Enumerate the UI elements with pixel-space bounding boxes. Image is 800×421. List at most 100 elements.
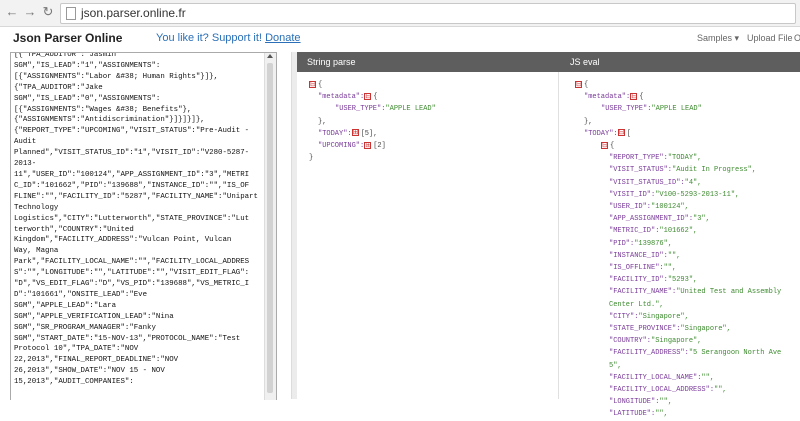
json-field-value: "5 Serangoon North Ave xyxy=(688,349,782,358)
address-bar[interactable]: json.parser.online.fr xyxy=(60,3,796,24)
json-input-line[interactable]: SGM","START_DATE":"15-NOV-13","PROTOCOL_… xyxy=(14,334,262,345)
json-field-key: "FACILITY_ADDRESS": xyxy=(609,349,689,358)
json-input-line[interactable]: SGM","APPLE_LEAD":"Lara xyxy=(14,301,262,312)
json-field-key: "FACILITY_LOCAL_NAME": xyxy=(609,373,702,382)
json-input-line[interactable]: "D","VS_EDIT_FLAG":"D","VS_PID":"139688"… xyxy=(14,279,262,290)
json-input-line[interactable]: SGM","IS_LEAD":"1","ASSIGNMENTS": xyxy=(14,61,262,72)
json-field-value: 5", xyxy=(609,361,622,370)
json-field-value: "Audit In Progress", xyxy=(672,166,757,175)
json-input-line[interactable]: Protocol 10","TPA_DATE":"NOV xyxy=(14,344,262,355)
collapse-toggle-icon[interactable]: ⊟ xyxy=(601,141,608,149)
json-field-key: "FACILITY_LOCAL_ADDRESS": xyxy=(609,386,715,395)
tree-user-type-line: "USER_TYPE":"APPLE LEAD" xyxy=(335,105,436,114)
json-input-line[interactable]: C_ID":"101662","PID":"139688","INSTANCE_… xyxy=(14,181,262,192)
donate-link[interactable]: Donate xyxy=(265,32,300,44)
json-field-value: "", xyxy=(714,386,727,395)
back-icon[interactable]: ← xyxy=(4,4,20,20)
json-field-key: "REPORT_TYPE": xyxy=(609,154,668,163)
json-field-value: "5293", xyxy=(667,276,698,285)
input-scrollbar[interactable] xyxy=(264,53,276,400)
json-input-line[interactable]: {"TPA_AUDITOR":"Jake xyxy=(14,83,262,94)
json-field-row: "CITY":"Singapore", xyxy=(609,311,781,323)
js-eval-title[interactable]: JS eval xyxy=(570,57,600,67)
options-menu[interactable]: O xyxy=(794,33,800,43)
json-input-line[interactable]: Planned","VISIT_STATUS_ID":"1","VISIT_ID… xyxy=(14,148,262,159)
json-field-key: "USER_ID": xyxy=(609,203,652,212)
collapse-toggle-icon[interactable]: ⊟ xyxy=(364,92,372,100)
json-input-line[interactable]: S":"","LONGITUDE":"","LATITUDE":"","VISI… xyxy=(14,268,262,279)
site-logo-title[interactable]: Json Parser Online xyxy=(13,31,122,45)
json-input-line[interactable]: SGM","APPLE_VERIFICATION_LEAD":"Nina xyxy=(14,312,262,323)
json-input-line[interactable]: Audit xyxy=(14,137,262,148)
json-input-line[interactable]: [{"ASSIGNMENTS":"Wages &#38; Benefits"}, xyxy=(14,105,262,116)
json-field-value: "TODAY", xyxy=(667,154,702,163)
json-input-line[interactable]: FLINE":"","FACILITY_ID":"5287","FACILITY… xyxy=(14,192,262,203)
tree-item-line: ⊟{ xyxy=(601,141,615,151)
json-field-value: "", xyxy=(701,373,715,382)
json-field-value: "4", xyxy=(684,178,702,187)
tree-metadata-line: "metadata":⊟{ xyxy=(318,92,378,102)
json-field-value: Center Ltd.", xyxy=(609,300,664,309)
page-icon xyxy=(66,7,76,20)
expand-toggle-icon[interactable]: ⊞ xyxy=(364,141,372,149)
today-item-fields: "REPORT_TYPE":"TODAY", "VISIT_STATUS":"Au… xyxy=(575,152,781,420)
browser-toolbar: ← → ↻ json.parser.online.fr xyxy=(0,0,800,27)
json-field-value: "101662", xyxy=(659,227,698,236)
json-input-line[interactable]: terworth","COUNTRY":"United xyxy=(14,225,262,236)
json-input-line[interactable]: D":"101661","ONSITE_LEAD":"Eve xyxy=(14,290,262,301)
collapse-toggle-icon[interactable]: ⊟ xyxy=(617,129,625,137)
json-input-line[interactable]: 26,2013","SHOW_DATE":"NOV 15 - NOV xyxy=(14,366,262,377)
json-field-value: "V100-5293-2013-11", xyxy=(655,190,740,199)
json-field-value: "", xyxy=(663,264,677,273)
collapse-toggle-icon[interactable]: ⊟ xyxy=(575,80,582,88)
json-input-line[interactable]: Park","FACILITY_LOCAL_NAME":"","FACILITY… xyxy=(14,257,262,268)
json-input-line[interactable]: [{"TPA_AUDITOR":"Jasmin xyxy=(14,53,262,61)
json-field-key: "APP_ASSIGNMENT_ID": xyxy=(609,215,694,224)
address-bar-url[interactable]: json.parser.online.fr xyxy=(81,6,186,20)
expand-toggle-icon[interactable]: ⊞ xyxy=(351,129,359,137)
json-input-text[interactable]: [{"TPA_AUDITOR":"Jasmin SGM","IS_LEAD":"1… xyxy=(14,53,262,388)
json-field-key: "VISIT_STATUS_ID": xyxy=(609,178,685,187)
string-parse-tree: ⊟{ "metadata":⊟{ "USER_TYPE":"APPLE LEAD… xyxy=(309,79,436,164)
json-field-row: "IS_OFFLINE":"", xyxy=(609,262,781,274)
json-input-line[interactable]: SGM","SR_PROGRAM_MANAGER":"Fanky xyxy=(14,323,262,334)
json-field-row: "USER_ID":"100124", xyxy=(609,201,781,213)
json-input-line[interactable]: 15,2013","AUDIT_COMPANIES": xyxy=(14,377,262,388)
upload-file-menu[interactable]: Upload File xyxy=(747,33,793,43)
json-input-line[interactable]: Kingdom","FACILITY_ADDRESS":"Vulcan Poin… xyxy=(14,235,262,246)
tree-upcoming-line: "UPCOMING":⊞ [2] xyxy=(318,141,386,151)
json-input-line[interactable]: {"ASSIGNMENTS":"Antidiscrimination"}]}]}… xyxy=(14,115,262,126)
scroll-up-icon[interactable] xyxy=(267,54,273,58)
json-input-line[interactable]: 11","USER_ID":"100124","APP_ASSIGNMENT_I… xyxy=(14,170,262,181)
support-text: You like it? Support it! xyxy=(156,32,262,44)
result-header-bar: String parse JS eval xyxy=(297,52,800,72)
json-input-line[interactable]: Way, Magna xyxy=(14,246,262,257)
json-input-line[interactable]: Technology xyxy=(14,203,262,214)
json-input-textarea[interactable]: [{"TPA_AUDITOR":"Jasmin SGM","IS_LEAD":"1… xyxy=(10,52,277,400)
json-input-line[interactable]: {"REPORT_TYPE":"UPCOMING","VISIT_STATUS"… xyxy=(14,126,262,137)
json-field-row: "LONGITUDE":"", xyxy=(609,396,781,408)
tree-root-line: ⊟{ xyxy=(575,80,589,89)
json-input-line[interactable]: 2013- xyxy=(14,159,262,170)
string-parse-title[interactable]: String parse xyxy=(307,57,356,67)
collapse-toggle-icon[interactable]: ⊟ xyxy=(630,92,638,100)
tree-metadata-line: "metadata":⊟{ xyxy=(584,92,644,102)
samples-menu[interactable]: Samples ▾ xyxy=(697,33,739,44)
collapse-toggle-icon[interactable]: ⊟ xyxy=(309,80,316,88)
result-column-divider xyxy=(558,72,559,399)
json-input-line[interactable]: [{"ASSIGNMENTS":"Labor &#38; Human Right… xyxy=(14,72,262,83)
forward-icon[interactable]: → xyxy=(22,4,38,20)
json-field-key: "FACILITY_ID": xyxy=(609,276,668,285)
json-field-row: "VISIT_STATUS_ID":"4", xyxy=(609,177,781,189)
reload-icon[interactable]: ↻ xyxy=(40,4,56,20)
json-field-value: "", xyxy=(667,251,681,260)
json-field-row: 5", xyxy=(609,360,781,372)
json-input-line[interactable]: SGM","IS_LEAD":"0","ASSIGNMENTS": xyxy=(14,94,262,105)
json-input-line[interactable]: Logistics","CITY":"Lutterworth","STATE_P… xyxy=(14,214,262,225)
json-field-value: "Singapore", xyxy=(680,325,731,334)
json-input-line[interactable]: 22,2013","FINAL_REPORT_DEADLINE":"NOV xyxy=(14,355,262,366)
scroll-thumb[interactable] xyxy=(267,63,273,393)
json-field-value: "Singapore", xyxy=(638,312,689,321)
json-field-key: "LONGITUDE": xyxy=(609,398,660,407)
json-field-row: "METRIC_ID":"101662", xyxy=(609,225,781,237)
